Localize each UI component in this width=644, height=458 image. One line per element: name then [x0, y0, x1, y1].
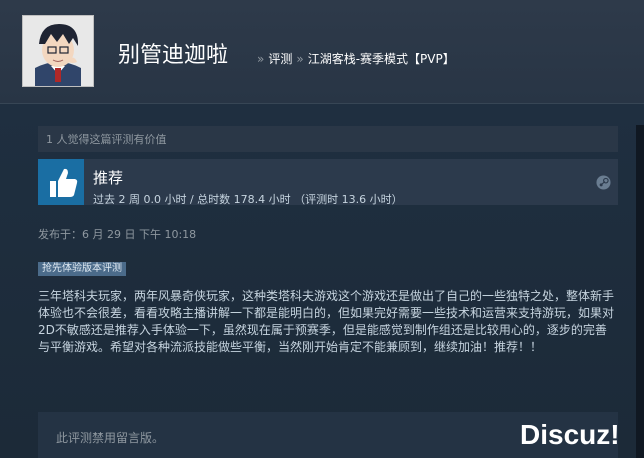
avatar-image — [23, 16, 93, 86]
breadcrumb-separator: » — [257, 52, 265, 66]
steam-logo-icon — [596, 175, 611, 190]
breadcrumb-game-link[interactable]: 江湖客栈-赛季模式【PVP】 — [308, 52, 455, 66]
right-sidebar-edge — [636, 125, 644, 458]
helpful-count: 1 人觉得这篇评测有价值 — [38, 126, 618, 152]
hours-played: 过去 2 周 0.0 小时 / 总时数 178.4 小时 （评测时 13.6 小… — [93, 193, 403, 206]
recommendation-title: 推荐 — [93, 169, 124, 187]
thumbs-up-icon — [38, 159, 84, 205]
persona-name[interactable]: 别管迪迦啦 — [118, 37, 228, 69]
breadcrumb-reviews-link[interactable]: 评测 — [268, 52, 292, 66]
discuz-watermark: Discuz! — [520, 419, 620, 450]
profile-header: 别管迪迦啦 » 评测» 江湖客栈-赛季模式【PVP】 — [0, 0, 644, 104]
breadcrumb: » 评测» 江湖客栈-赛季模式【PVP】 — [253, 50, 455, 67]
posted-date: 发布于：6 月 29 日 下午 10:18 — [38, 228, 197, 241]
review-content: 三年塔科夫玩家，两年风暴奇侠玩家，这种类塔科夫游戏这个游戏还是做出了自己的一些独… — [38, 289, 615, 354]
recommendation-bar: 推荐 过去 2 周 0.0 小时 / 总时数 178.4 小时 （评测时 13.… — [38, 159, 618, 206]
early-access-badge: 抢先体验版本评测 — [38, 262, 126, 276]
review-page-background — [0, 104, 644, 458]
breadcrumb-separator: » — [296, 52, 304, 66]
avatar[interactable] — [22, 15, 94, 87]
